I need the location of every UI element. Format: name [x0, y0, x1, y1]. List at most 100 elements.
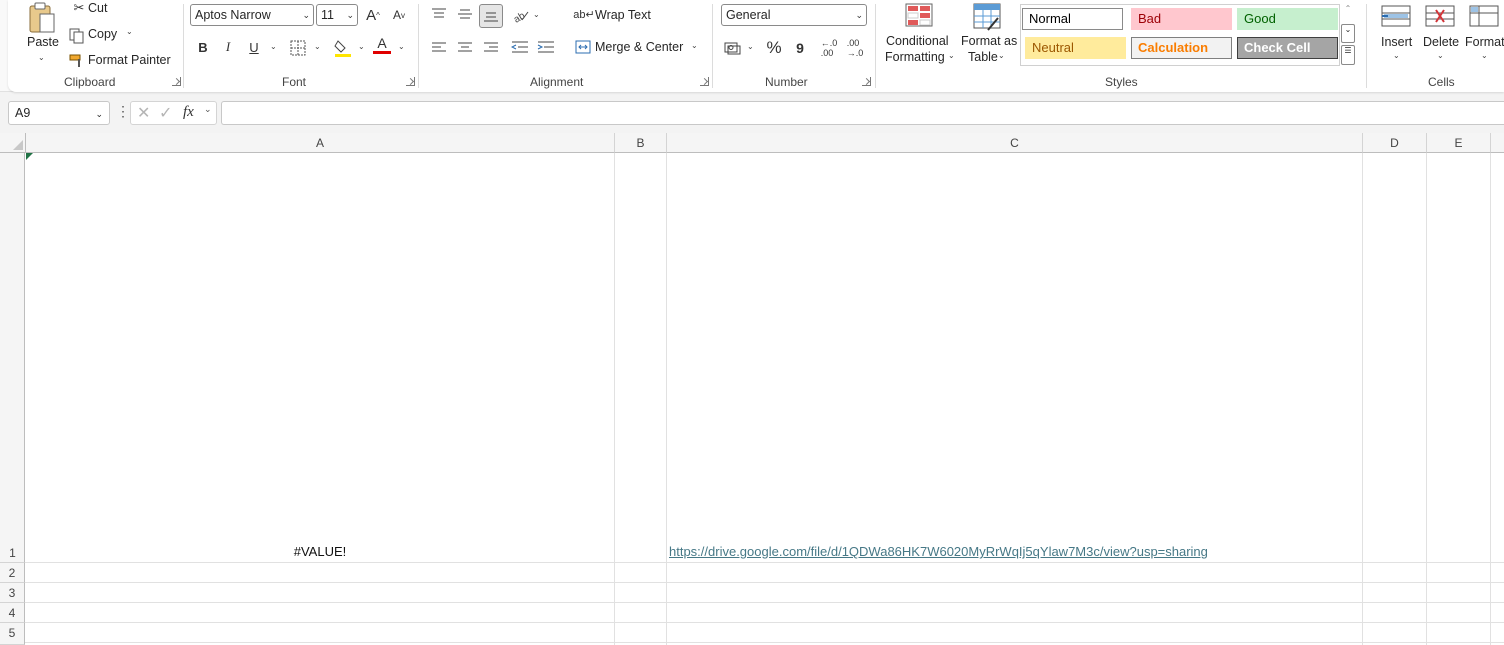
delete-button[interactable]: Delete ⌄	[1420, 2, 1462, 68]
copy-dropdown-icon[interactable]: ⌄	[126, 27, 133, 36]
chevron-down-icon: ⌄	[998, 51, 1005, 60]
borders-dropdown-icon[interactable]: ⌄	[314, 42, 321, 51]
name-box[interactable]: A9 ⌄	[8, 101, 110, 125]
align-left-icon[interactable]	[431, 41, 447, 55]
align-bottom-button[interactable]	[479, 4, 503, 28]
chevron-down-icon[interactable]: ⌄	[204, 104, 212, 115]
increase-decimal-icon[interactable]: ←.0.00	[818, 37, 840, 59]
paste-dropdown-icon[interactable]: ⌄	[38, 53, 45, 62]
separator	[712, 4, 713, 88]
orientation-dropdown-icon[interactable]: ⌄	[533, 10, 540, 19]
paste-button[interactable]: Paste ⌄	[22, 0, 62, 68]
column-header-b[interactable]: B	[615, 133, 667, 153]
format-as-table-label-2: Table	[968, 50, 998, 64]
number-format-value: General	[726, 8, 771, 22]
gridline	[25, 622, 1504, 623]
style-check-cell[interactable]: Check Cell	[1237, 37, 1338, 59]
column-header-a[interactable]: A	[26, 133, 615, 153]
orientation-icon[interactable]: ab	[512, 6, 530, 24]
insert-button[interactable]: Insert ⌄	[1376, 2, 1418, 68]
number-launcher-icon[interactable]	[862, 77, 871, 86]
row-header-1[interactable]: 1	[0, 153, 25, 563]
underline-button[interactable]: U	[243, 36, 265, 58]
cells-group-label: Cells	[1428, 75, 1455, 89]
percent-style-button[interactable]: %	[763, 37, 785, 59]
column-header-f[interactable]	[1491, 133, 1504, 153]
column-header-c[interactable]: C	[667, 133, 1363, 153]
clipboard-launcher-icon[interactable]	[172, 77, 181, 86]
more-options-icon[interactable]: ⋮	[116, 103, 130, 120]
align-center-icon[interactable]	[457, 41, 473, 55]
scissors-icon: ✂	[73, 0, 85, 15]
underline-dropdown-icon[interactable]: ⌄	[270, 42, 277, 51]
align-middle-icon[interactable]	[457, 7, 473, 21]
formula-bar: A9 ⌄ ⋮ ✕ ✓ fx ⌄	[0, 98, 1504, 128]
style-neutral[interactable]: Neutral	[1025, 37, 1126, 59]
increase-indent-icon[interactable]	[537, 40, 555, 54]
font-name-select[interactable]: Aptos Narrow ⌄	[190, 4, 314, 26]
font-color-dropdown-icon[interactable]: ⌄	[398, 42, 405, 51]
font-color-button[interactable]: A	[373, 34, 391, 54]
increase-font-size-button[interactable]: A ^	[362, 4, 384, 26]
number-format-select[interactable]: General ⌄	[721, 4, 867, 26]
comma-style-button[interactable]: 9	[789, 37, 811, 59]
format-painter-button[interactable]: Format Painter	[68, 51, 172, 71]
select-all-corner[interactable]	[0, 133, 26, 153]
column-header-e[interactable]: E	[1427, 133, 1491, 153]
column-header-d[interactable]: D	[1363, 133, 1427, 153]
gallery-down-button[interactable]: ⌄	[1341, 24, 1355, 43]
format-cells-button[interactable]: Format ⌄	[1462, 2, 1504, 68]
row-header-4[interactable]: 4	[0, 603, 25, 623]
gallery-more-button[interactable]: ☰	[1341, 45, 1355, 65]
select-all-triangle-icon	[13, 140, 23, 150]
format-cells-icon	[1469, 5, 1499, 27]
cut-button[interactable]: ✂ Cut	[68, 0, 128, 18]
style-good[interactable]: Good	[1237, 8, 1338, 30]
accounting-dropdown-icon[interactable]: ⌄	[747, 42, 754, 51]
align-top-icon[interactable]	[431, 7, 447, 21]
row-header-2[interactable]: 2	[0, 563, 25, 583]
style-normal[interactable]: Normal	[1022, 8, 1123, 30]
merge-center-button[interactable]: Merge & Center ⌄	[575, 38, 701, 58]
italic-button[interactable]: I	[217, 36, 239, 58]
style-bad[interactable]: Bad	[1131, 8, 1232, 30]
gridline	[614, 153, 615, 645]
row-number: 1	[9, 546, 16, 560]
align-right-icon[interactable]	[483, 41, 499, 55]
cut-label: Cut	[88, 1, 108, 15]
accounting-format-icon[interactable]	[724, 41, 742, 55]
conditional-formatting-label-1: Conditional	[886, 34, 949, 48]
fill-color-dropdown-icon[interactable]: ⌄	[358, 42, 365, 51]
font-launcher-icon[interactable]	[406, 77, 415, 86]
gridline	[25, 602, 1504, 603]
format-as-table-icon	[973, 3, 1001, 31]
fill-color-icon[interactable]	[334, 38, 352, 58]
formula-input[interactable]	[221, 101, 1504, 125]
row-header-5[interactable]: 5	[0, 623, 25, 645]
decrease-indent-icon[interactable]	[511, 40, 529, 54]
gridline	[1362, 153, 1363, 645]
wrap-text-button[interactable]: ab↵ Wrap Text	[573, 6, 655, 26]
font-size-select[interactable]: 11 ⌄	[316, 4, 358, 26]
gallery-up-button[interactable]: ⌃	[1341, 4, 1355, 23]
enter-icon[interactable]: ✓	[159, 103, 172, 123]
alignment-launcher-icon[interactable]	[700, 77, 709, 86]
cell-a1[interactable]: #VALUE!	[26, 153, 614, 562]
row-header-3[interactable]: 3	[0, 583, 25, 603]
format-as-table-button[interactable]: Format as Table ⌄	[958, 2, 1018, 68]
insert-function-button[interactable]: fx	[183, 104, 194, 121]
decrease-decimal-icon[interactable]: .00 →.0	[844, 37, 866, 59]
style-calculation[interactable]: Calculation	[1131, 37, 1232, 59]
gridline	[25, 562, 1504, 563]
hyperlink[interactable]: https://drive.google.com/file/d/1QDWa86H…	[669, 544, 1208, 559]
decrease-font-size-button[interactable]: Av	[388, 4, 410, 26]
align-bottom-icon	[484, 12, 498, 22]
cell-c1[interactable]: https://drive.google.com/file/d/1QDWa86H…	[667, 153, 1362, 562]
cancel-icon[interactable]: ✕	[137, 103, 150, 123]
bold-button[interactable]: B	[192, 36, 214, 58]
borders-icon[interactable]	[290, 40, 306, 56]
conditional-formatting-button[interactable]: Conditional Formatting ⌄	[882, 2, 956, 68]
copy-button[interactable]: Copy ⌄	[68, 25, 138, 45]
separator	[1366, 4, 1367, 88]
merge-dropdown-icon[interactable]: ⌄	[691, 41, 698, 50]
